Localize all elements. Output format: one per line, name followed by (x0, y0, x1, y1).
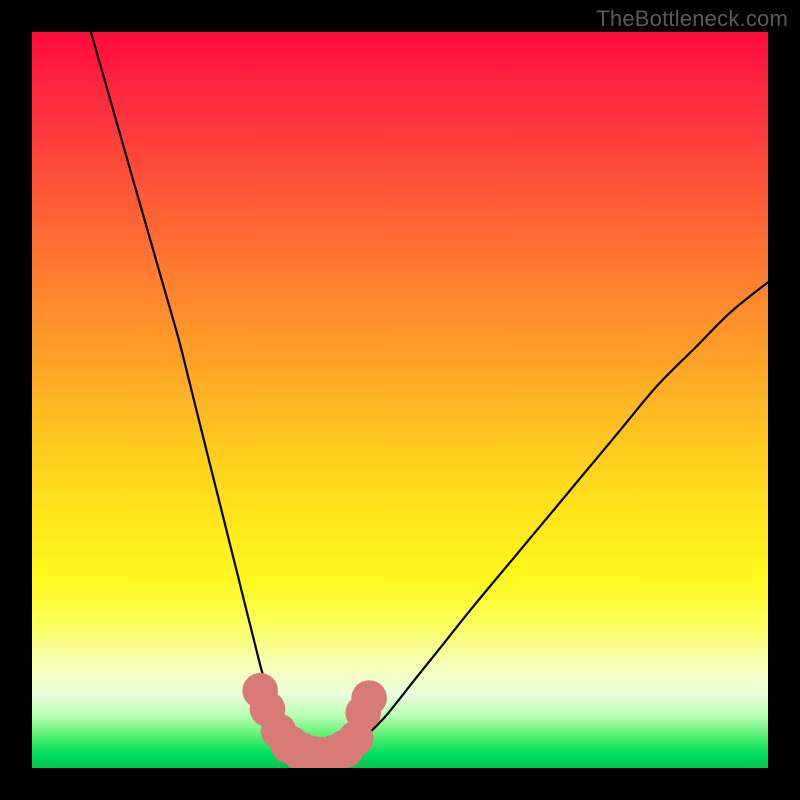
highlight-markers (242, 673, 387, 768)
chart-frame: TheBottleneck.com (0, 0, 800, 800)
bottleneck-curve (91, 32, 768, 761)
highlight-marker (351, 680, 387, 716)
chart-svg (32, 32, 768, 768)
watermark-text: TheBottleneck.com (596, 6, 788, 32)
chart-plot-area (32, 32, 768, 768)
